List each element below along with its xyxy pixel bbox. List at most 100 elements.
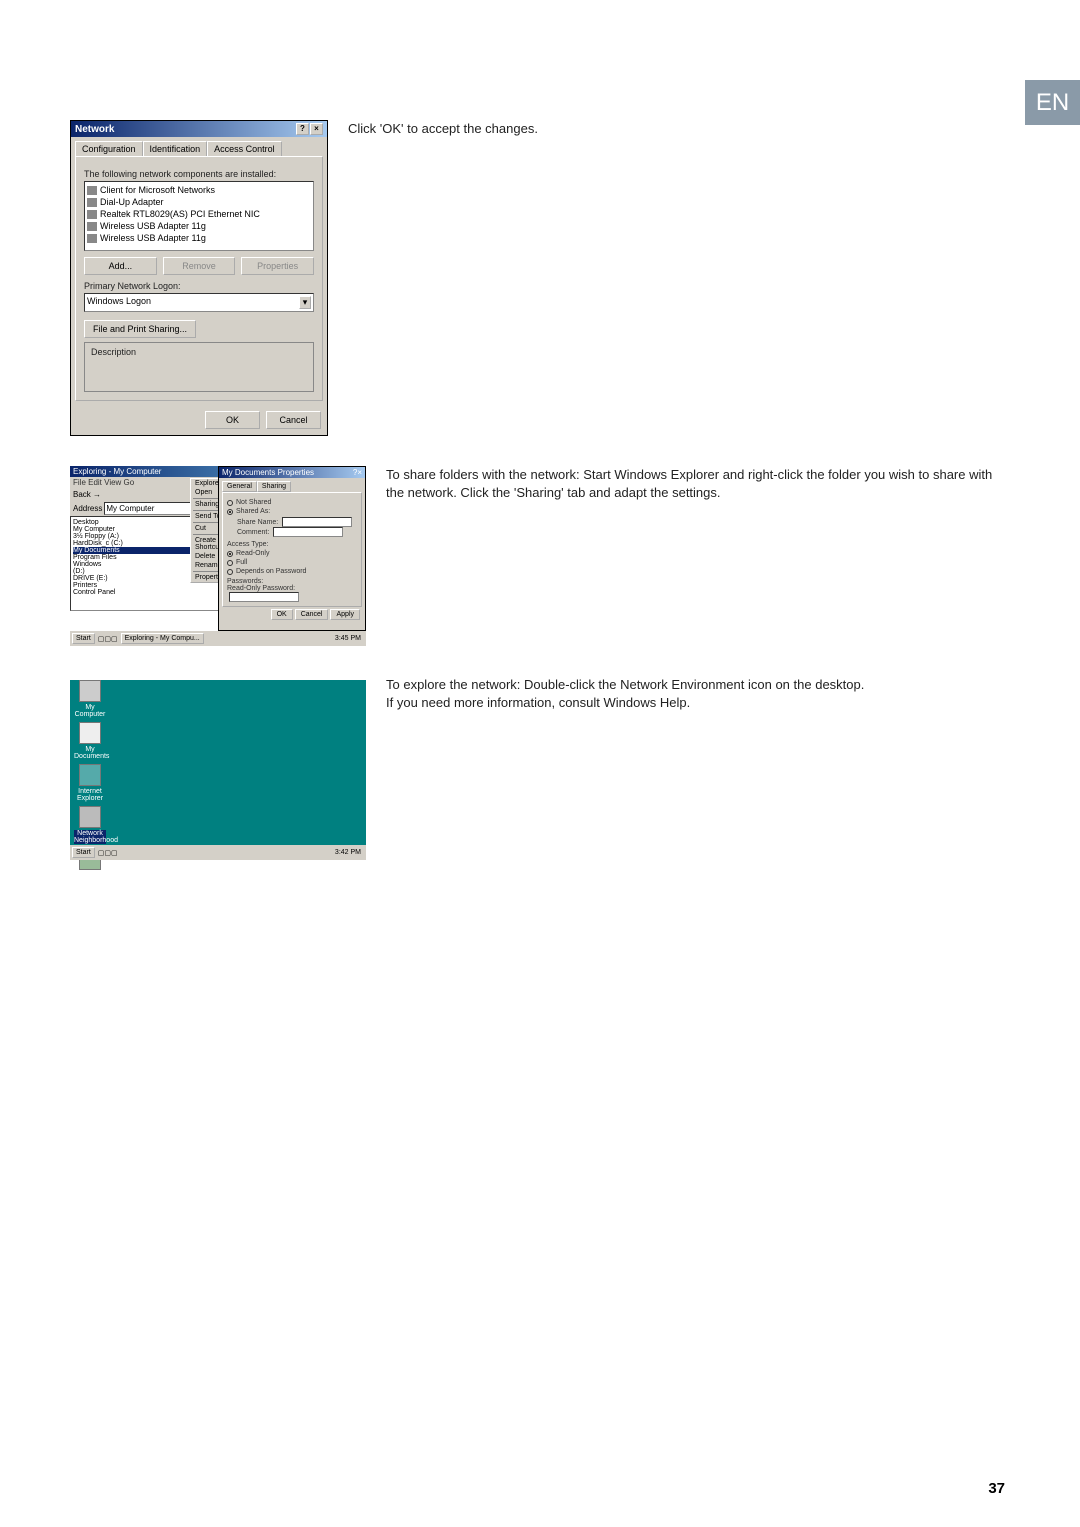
share-name-field[interactable]: [282, 517, 352, 527]
tree-item[interactable]: Control Panel: [73, 589, 217, 596]
radio-label: Not Shared: [236, 499, 271, 506]
cancel-button[interactable]: Cancel: [266, 411, 321, 429]
address-label: Address: [73, 504, 102, 513]
tab-access-control[interactable]: Access Control: [207, 141, 282, 156]
remove-button[interactable]: Remove: [163, 257, 236, 275]
taskbar: Start ▢▢▢ 3:42 PM: [70, 845, 366, 860]
comment-field[interactable]: [273, 527, 343, 537]
properties-titlebar: My Documents Properties ?×: [219, 467, 365, 478]
back-button[interactable]: Back: [73, 490, 91, 499]
desktop-icon-network[interactable]: Network Neighborhood: [74, 806, 106, 844]
properties-body: General Sharing Not Shared Shared As: Sh…: [219, 478, 365, 625]
quick-launch: ▢▢▢: [98, 635, 118, 643]
folder-icon: [79, 722, 101, 744]
components-listbox[interactable]: Client for Microsoft Networks Dial-Up Ad…: [84, 181, 314, 251]
logon-combo[interactable]: Windows Logon ▾: [84, 293, 314, 312]
list-item[interactable]: Realtek RTL8029(AS) PCI Ethernet NIC: [87, 208, 311, 220]
icon-label: Internet Explorer: [74, 788, 106, 802]
tab-identification[interactable]: Identification: [143, 141, 208, 156]
add-button[interactable]: Add...: [84, 257, 157, 275]
list-item-label: Client for Microsoft Networks: [100, 185, 215, 195]
radio-depends[interactable]: Depends on Password: [227, 568, 357, 575]
components-caption: The following network components are ins…: [84, 169, 314, 179]
close-icon[interactable]: ?×: [353, 468, 362, 477]
properties-tabs: General Sharing: [222, 481, 362, 492]
taskbar: Start ▢▢▢ Exploring - My Compu... 3:45 P…: [70, 631, 366, 646]
radio-label: Full: [236, 559, 247, 566]
start-button[interactable]: Start: [72, 633, 95, 644]
ok-button[interactable]: OK: [205, 411, 260, 429]
component-icon: [87, 210, 97, 219]
component-icon: [87, 222, 97, 231]
dialog-buttons: OK Cancel: [71, 405, 327, 435]
radio-icon: [227, 500, 233, 506]
section-sharing: Exploring - My Computer File Edit View G…: [70, 466, 1010, 646]
page-number: 37: [988, 1480, 1005, 1497]
properties-button[interactable]: Properties: [241, 257, 314, 275]
icon-label: My Computer: [74, 704, 106, 718]
start-button[interactable]: Start: [72, 847, 95, 858]
comment-label: Comment:: [237, 529, 269, 536]
radio-icon: [227, 560, 233, 566]
file-print-sharing-button[interactable]: File and Print Sharing...: [84, 320, 196, 338]
desktop: My Computer My Documents Internet Explor…: [70, 680, 366, 860]
ro-password-label: Read-Only Password:: [227, 585, 295, 592]
desktop-icon-my-computer[interactable]: My Computer: [74, 680, 106, 718]
desktop-icon-my-documents[interactable]: My Documents: [74, 722, 106, 760]
description-text: [89, 359, 309, 387]
radio-not-shared[interactable]: Not Shared: [227, 499, 357, 506]
tab-strip: Configuration Identification Access Cont…: [71, 137, 327, 156]
tree-item[interactable]: Printers: [73, 582, 217, 589]
tab-general[interactable]: General: [222, 481, 257, 492]
radio-icon: [227, 551, 233, 557]
logon-label: Primary Network Logon:: [84, 281, 314, 291]
sharing-panel: Not Shared Shared As: Share Name: Commen…: [222, 492, 362, 607]
network-dialog-screenshot: Network ? × Configuration Identification…: [70, 120, 328, 436]
radio-shared-as[interactable]: Shared As:: [227, 508, 357, 515]
instruction-text: To explore the network: Double-click the…: [386, 676, 864, 694]
properties-buttons: OK Cancel Apply: [222, 607, 362, 622]
titlebar-buttons: ? ×: [296, 123, 323, 135]
taskbar-task[interactable]: Exploring - My Compu...: [121, 633, 204, 644]
component-icon: [87, 186, 97, 195]
radio-read-only[interactable]: Read-Only: [227, 550, 357, 557]
component-icon: [87, 198, 97, 207]
list-item-label: Dial-Up Adapter: [100, 197, 164, 207]
ro-password-field[interactable]: [229, 592, 299, 602]
dialog-titlebar: Network ? ×: [71, 121, 327, 137]
access-type-label: Access Type:: [227, 541, 357, 548]
network-dialog: Network ? × Configuration Identification…: [70, 120, 328, 436]
radio-icon: [227, 509, 233, 515]
explorer-titlebar: Exploring - My Computer: [70, 466, 220, 477]
page-content: Network ? × Configuration Identification…: [70, 120, 1010, 890]
instruction-block: To explore the network: Double-click the…: [386, 676, 864, 712]
apply-button[interactable]: Apply: [330, 609, 360, 620]
radio-icon: [227, 569, 233, 575]
component-icon: [87, 234, 97, 243]
list-item[interactable]: Wireless USB Adapter 11g: [87, 232, 311, 244]
radio-full[interactable]: Full: [227, 559, 357, 566]
ie-icon: [79, 764, 101, 786]
list-item[interactable]: Wireless USB Adapter 11g: [87, 220, 311, 232]
radio-label: Shared As:: [236, 508, 270, 515]
list-item-label: Wireless USB Adapter 11g: [100, 221, 206, 231]
radio-label: Depends on Password: [236, 568, 306, 575]
dialog-title: Network: [75, 124, 114, 135]
cancel-button[interactable]: Cancel: [295, 609, 329, 620]
chevron-down-icon[interactable]: ▾: [299, 296, 311, 309]
help-icon[interactable]: ?: [296, 123, 309, 135]
radio-label: Read-Only: [236, 550, 269, 557]
list-item[interactable]: Dial-Up Adapter: [87, 196, 311, 208]
ok-button[interactable]: OK: [271, 609, 293, 620]
desktop-icon-ie[interactable]: Internet Explorer: [74, 764, 106, 802]
tab-sharing[interactable]: Sharing: [257, 481, 291, 492]
close-icon[interactable]: ×: [310, 123, 323, 135]
explorer-screenshot: Exploring - My Computer File Edit View G…: [70, 466, 366, 646]
list-item-label: Wireless USB Adapter 11g: [100, 233, 206, 243]
list-item[interactable]: Client for Microsoft Networks: [87, 184, 311, 196]
instruction-text: To share folders with the network: Start…: [386, 466, 1010, 502]
tab-body: The following network components are ins…: [75, 156, 323, 401]
icon-label: Network Neighborhood: [74, 830, 106, 844]
language-tab: EN: [1025, 80, 1080, 125]
tab-configuration[interactable]: Configuration: [75, 141, 143, 156]
